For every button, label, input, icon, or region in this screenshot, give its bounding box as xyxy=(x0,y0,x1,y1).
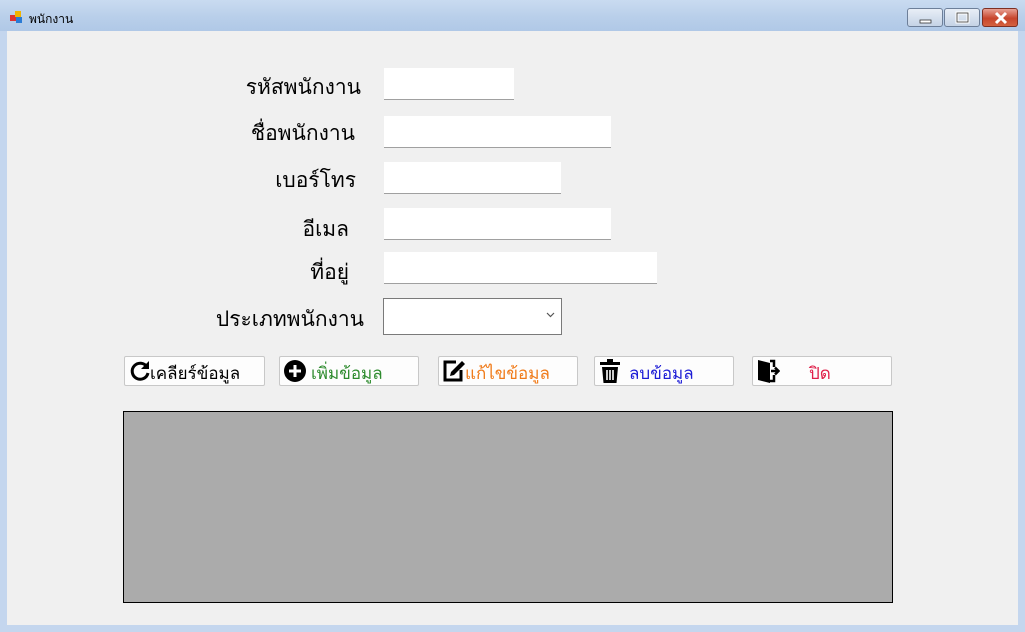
minimize-icon xyxy=(919,19,932,24)
refresh-icon xyxy=(130,361,150,381)
employee-name-label: ชื่อพนักงาน xyxy=(250,121,355,145)
close-button-label: ปิด xyxy=(809,364,831,384)
app-icon xyxy=(10,11,22,23)
maximize-icon xyxy=(955,11,970,24)
trash-icon xyxy=(600,359,620,383)
email-label: อีเมล xyxy=(302,217,349,241)
title-bar[interactable]: พนักงาน xyxy=(0,0,1025,34)
employee-window: พนักงาน รหัสพนักงาน ชื่อพนักงาน เบอร์โทร… xyxy=(0,0,1025,632)
exit-door-icon xyxy=(758,359,780,383)
window-title: พนักงาน xyxy=(29,12,74,26)
employee-name-input[interactable] xyxy=(384,116,611,148)
employee-data-grid[interactable] xyxy=(123,411,893,603)
address-input[interactable] xyxy=(384,252,657,284)
edit-icon xyxy=(443,360,465,382)
phone-label: เบอร์โทร xyxy=(275,168,356,192)
plus-circle-icon xyxy=(284,360,306,382)
close-icon xyxy=(994,11,1008,25)
employee-type-select[interactable] xyxy=(383,298,562,335)
edit-button[interactable]: แก้ไขข้อมูล xyxy=(438,356,578,386)
maximize-button[interactable] xyxy=(944,8,980,27)
clear-button-label: เคลียร์ข้อมูล xyxy=(150,364,241,384)
employee-id-input[interactable] xyxy=(384,68,514,100)
delete-button-label: ลบข้อมูล xyxy=(629,364,694,384)
minimize-button[interactable] xyxy=(907,8,943,27)
address-label: ที่อยู่ xyxy=(310,260,349,284)
close-window-button[interactable] xyxy=(982,8,1018,27)
employee-type-label: ประเภทพนักงาน xyxy=(215,307,364,331)
add-button[interactable]: เพิ่มข้อมูล xyxy=(279,356,419,386)
chevron-down-icon xyxy=(546,312,555,318)
delete-button[interactable]: ลบข้อมูล xyxy=(594,356,734,386)
edit-button-label: แก้ไขข้อมูล xyxy=(465,364,550,384)
clear-button[interactable]: เคลียร์ข้อมูล xyxy=(124,356,265,386)
employee-id-label: รหัสพนักงาน xyxy=(245,75,361,99)
close-button[interactable]: ปิด xyxy=(752,356,892,386)
email-input[interactable] xyxy=(384,208,611,240)
form-area: รหัสพนักงาน ชื่อพนักงาน เบอร์โทร อีเมล ท… xyxy=(7,31,1018,625)
phone-input[interactable] xyxy=(384,162,561,194)
add-button-label: เพิ่มข้อมูล xyxy=(311,364,383,384)
